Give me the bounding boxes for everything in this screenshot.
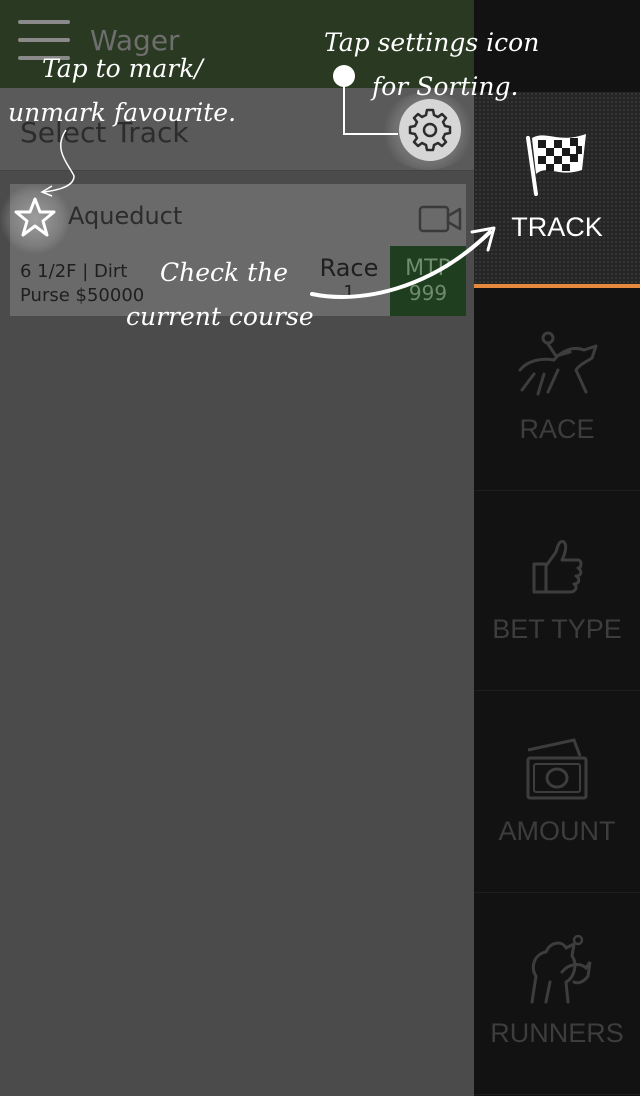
favourite-pointer-line xyxy=(43,129,75,193)
hint-connectors xyxy=(40,65,496,299)
coach-mark-overlay: Tap to mark/ unmark favourite. Tap setti… xyxy=(0,0,640,1096)
settings-pointer-dot xyxy=(333,65,355,87)
settings-pointer-line xyxy=(343,86,398,135)
course-pointer-line xyxy=(310,230,492,299)
